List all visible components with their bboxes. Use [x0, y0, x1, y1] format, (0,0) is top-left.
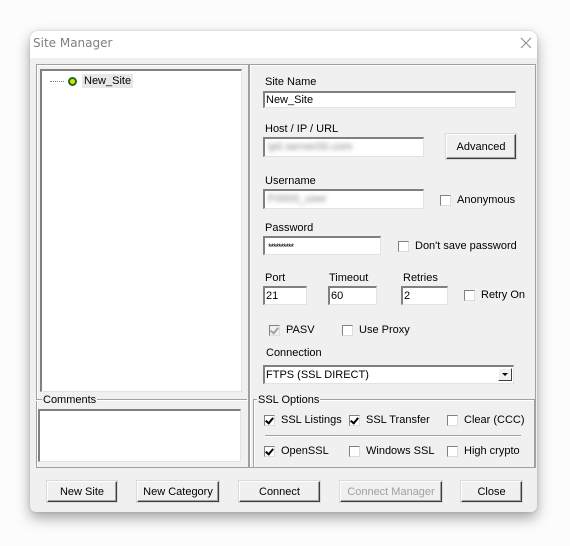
ssl-options-label: SSL Options: [257, 394, 321, 406]
checkbox-box: [447, 446, 458, 457]
tree-connector: [50, 80, 64, 82]
ssl-separator: [265, 435, 521, 437]
site-name-input[interactable]: New_Site: [263, 91, 516, 108]
anonymous-checkbox[interactable]: Anonymous: [440, 194, 515, 207]
openssl-checkbox[interactable]: OpenSSL: [264, 445, 329, 458]
dont-save-password-checkbox[interactable]: Don't save password: [398, 240, 517, 253]
comments-textarea[interactable]: [38, 409, 241, 462]
password-input[interactable]: **********: [263, 236, 381, 255]
checkbox-box: [398, 241, 409, 252]
title-bar: Site Manager: [30, 31, 537, 58]
clear-ccc-checkbox[interactable]: Clear (CCC): [447, 414, 525, 427]
timeout-label: Timeout: [329, 272, 369, 284]
checkbox-box: [264, 446, 275, 457]
checkbox-box: [269, 325, 280, 336]
ssl-listings-checkbox[interactable]: SSL Listings: [264, 414, 342, 427]
tree-item-label: New_Site: [82, 74, 134, 88]
advanced-button[interactable]: Advanced: [446, 134, 516, 159]
host-label: Host / IP / URL: [265, 123, 339, 135]
ssl-transfer-checkbox[interactable]: SSL Transfer: [349, 414, 430, 427]
username-label: Username: [265, 175, 316, 187]
window-title: Site Manager: [33, 36, 113, 50]
port-input[interactable]: 21: [263, 286, 307, 305]
pasv-checkbox[interactable]: PASV: [269, 324, 315, 337]
checkbox-box: [349, 415, 360, 426]
site-tree[interactable]: New_Site: [40, 69, 242, 392]
checkbox-box: [464, 290, 475, 301]
use-proxy-checkbox[interactable]: Use Proxy: [342, 324, 410, 337]
host-input[interactable]: ip0.server00.com: [263, 137, 424, 157]
checkbox-box: [440, 195, 451, 206]
retry-on-checkbox[interactable]: Retry On: [464, 289, 525, 302]
connection-label: Connection: [266, 347, 322, 359]
port-label: Port: [265, 272, 286, 284]
comments-label: Comments: [42, 394, 98, 406]
close-icon[interactable]: [519, 36, 533, 50]
site-name-label: Site Name: [265, 76, 317, 88]
connection-select[interactable]: FTPS (SSL DIRECT): [263, 365, 514, 384]
close-button[interactable]: Close: [461, 481, 522, 502]
checkbox-box: [447, 415, 458, 426]
timeout-input[interactable]: 60: [328, 286, 377, 305]
checkbox-box: [349, 446, 360, 457]
high-crypto-checkbox[interactable]: High crypto: [447, 445, 520, 458]
connect-button[interactable]: Connect: [239, 481, 320, 502]
password-label: Password: [265, 222, 314, 234]
chevron-down-icon[interactable]: [498, 368, 512, 381]
retries-input[interactable]: 2: [401, 286, 448, 305]
new-category-button[interactable]: New Category: [137, 481, 219, 502]
site-manager-window: Site Manager New_Site Comments Site Name…: [30, 31, 537, 512]
site-node-icon: [68, 76, 77, 86]
connect-manager-button[interactable]: Connect Manager: [340, 481, 442, 502]
new-site-button[interactable]: New Site: [47, 481, 117, 502]
windows-ssl-checkbox[interactable]: Windows SSL: [349, 445, 434, 458]
checkbox-box: [342, 325, 353, 336]
retries-label: Retries: [403, 272, 438, 284]
tree-item-new-site[interactable]: New_Site: [50, 74, 134, 88]
username-input[interactable]: F0000_user: [263, 189, 424, 209]
checkbox-box: [264, 415, 275, 426]
